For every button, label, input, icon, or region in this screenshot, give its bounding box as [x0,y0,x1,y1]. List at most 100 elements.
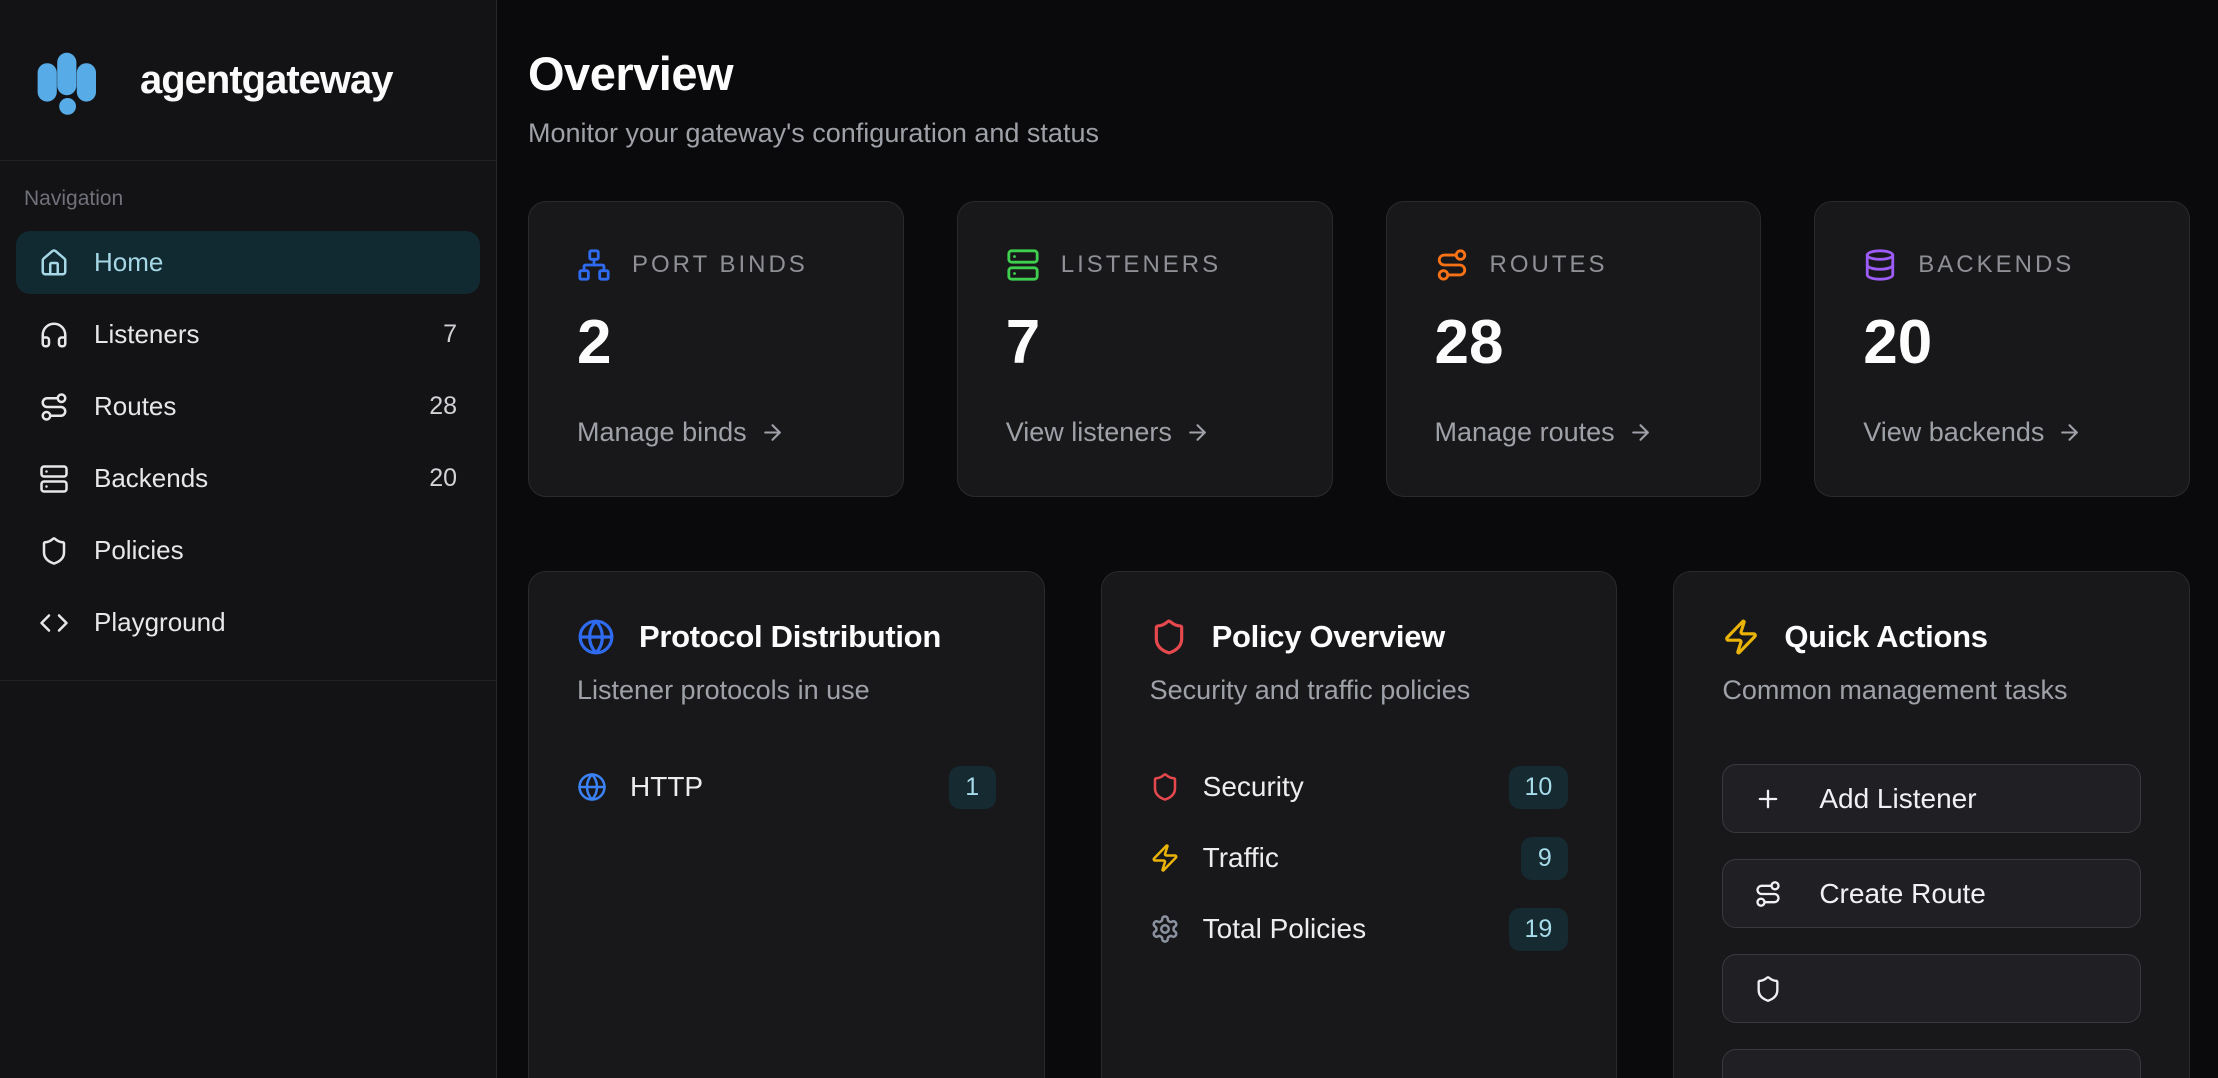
panel-header: Policy Overview [1150,618,1569,656]
add-listener-button[interactable]: Add Listener [1722,764,2141,833]
stat-value: 2 [577,312,855,374]
policy-row-security: Security 10 [1150,764,1569,810]
total-policies-count-badge: 19 [1509,908,1569,951]
protocol-count-badge: 1 [949,766,996,809]
security-count-badge: 10 [1509,766,1569,809]
stat-value: 7 [1006,312,1284,374]
network-icon [577,248,611,282]
globe-icon [577,772,607,802]
page-subtitle: Monitor your gateway's configuration and… [528,118,2190,149]
stat-label: ROUTES [1490,251,1608,279]
nav-section-label: Navigation [24,187,472,211]
stat-card-header: PORT BINDS [577,248,855,282]
stat-card-header: ROUTES [1435,248,1713,282]
sidebar-item-count: 28 [429,392,457,421]
panel-title: Quick Actions [1784,619,1987,655]
panel-body: HTTP 1 [577,764,996,810]
protocol-row-http: HTTP 1 [577,764,996,810]
policy-row-traffic: Traffic 9 [1150,835,1569,881]
quick-action-label: Create Route [1819,878,1986,910]
stat-link-label: Manage routes [1435,417,1615,448]
sidebar-item-backends[interactable]: Backends 20 [16,447,480,510]
database-icon [1863,248,1897,282]
panel-header: Quick Actions [1722,618,2141,656]
stat-link-label: View backends [1863,417,2044,448]
stat-value: 28 [1435,312,1713,374]
code-icon [39,608,69,638]
panel-header: Protocol Distribution [577,618,996,656]
panel-subtitle: Listener protocols in use [577,675,996,706]
policy-row-label: Total Policies [1203,913,1366,945]
view-backends-link[interactable]: View backends [1863,417,2141,448]
agentgateway-logo-icon [26,36,114,124]
shield-icon [1150,618,1188,656]
panels-row: Protocol Distribution Listener protocols… [528,571,2190,1078]
route-icon [1754,880,1782,908]
plus-icon [1754,785,1782,813]
sidebar-item-label: Home [94,247,163,278]
route-icon [1435,248,1469,282]
stat-link-label: View listeners [1006,417,1172,448]
shield-icon [1150,772,1180,802]
brand[interactable]: agentgateway [0,0,496,161]
server-icon [1006,248,1040,282]
shield-icon [1754,975,1782,1003]
protocol-label: HTTP [630,771,703,803]
zap-icon [1722,618,1760,656]
arrow-right-icon [2057,420,2082,445]
stat-card-port-binds: PORT BINDS 2 Manage binds [528,201,904,497]
sidebar-item-playground[interactable]: Playground [16,591,480,654]
panel-body: Add Listener Create Route [1722,764,2141,1078]
manage-binds-link[interactable]: Manage binds [577,417,855,448]
main-content: Overview Monitor your gateway's configur… [497,0,2218,1078]
brand-name: agentgateway [140,58,393,103]
settings-icon [1150,914,1180,944]
policy-row-label: Traffic [1203,842,1279,874]
panel-body: Security 10 Traffic 9 [1150,764,1569,952]
panel-title: Protocol Distribution [639,619,941,655]
panel-subtitle: Common management tasks [1722,675,2141,706]
traffic-count-badge: 9 [1521,837,1568,880]
stat-label: PORT BINDS [632,251,808,279]
app-root: agentgateway Navigation Home Listeners 7 [0,0,2218,1078]
stat-label: BACKENDS [1918,251,2074,279]
view-listeners-link[interactable]: View listeners [1006,417,1284,448]
sidebar-item-listeners[interactable]: Listeners 7 [16,303,480,366]
globe-icon [577,618,615,656]
stats-row: PORT BINDS 2 Manage binds LISTENERS [528,201,2190,497]
sidebar-item-count: 7 [443,320,457,349]
sidebar-item-label: Listeners [94,319,200,350]
sidebar-item-count: 20 [429,464,457,493]
sidebar-item-routes[interactable]: Routes 28 [16,375,480,438]
server-icon [39,464,69,494]
panel-subtitle: Security and traffic policies [1150,675,1569,706]
sidebar-divider [0,680,496,681]
arrow-right-icon [760,420,785,445]
stat-card-header: BACKENDS [1863,248,2141,282]
sidebar-nav: Navigation Home Listeners 7 [0,161,496,681]
stat-card-listeners: LISTENERS 7 View listeners [957,201,1333,497]
sidebar-item-policies[interactable]: Policies [16,519,480,582]
home-icon [39,248,69,278]
arrow-right-icon [1185,420,1210,445]
manage-routes-link[interactable]: Manage routes [1435,417,1713,448]
configure-policy-button[interactable] [1722,954,2141,1023]
quick-action-label: Add Listener [1819,783,1976,815]
quick-action-button-partial[interactable] [1722,1049,2141,1078]
sidebar-item-label: Routes [94,391,176,422]
panel-title: Policy Overview [1212,619,1445,655]
stat-value: 20 [1863,312,2141,374]
page-title: Overview [528,46,2190,101]
sidebar-item-label: Backends [94,463,208,494]
sidebar-item-label: Policies [94,535,184,566]
shield-icon [39,536,69,566]
policy-row-label: Security [1203,771,1304,803]
create-route-button[interactable]: Create Route [1722,859,2141,928]
protocol-distribution-panel: Protocol Distribution Listener protocols… [528,571,1045,1078]
policy-row-total: Total Policies 19 [1150,906,1569,952]
headphones-icon [39,320,69,350]
quick-actions-panel: Quick Actions Common management tasks Ad… [1673,571,2190,1078]
zap-icon [1150,843,1180,873]
sidebar-item-home[interactable]: Home [16,231,480,294]
sidebar: agentgateway Navigation Home Listeners 7 [0,0,497,1078]
